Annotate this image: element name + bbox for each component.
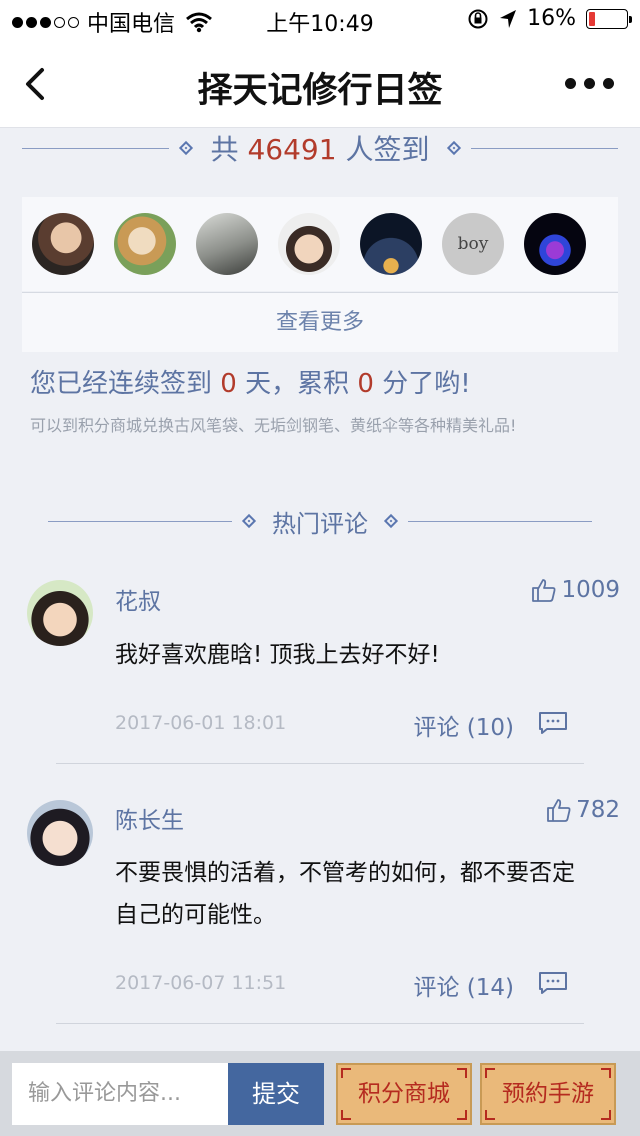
more-options-icon[interactable] [565, 78, 614, 89]
comment-date: 2017-06-07 11:51 [115, 972, 287, 994]
comment-date: 2017-06-01 18:01 [115, 712, 287, 734]
battery-level [589, 11, 595, 26]
commenter-name[interactable]: 花叔 [115, 582, 161, 616]
user-avatar[interactable] [278, 213, 340, 275]
commenter-avatar[interactable] [27, 580, 93, 646]
diamond-ornament-icon [241, 513, 257, 529]
rotation-lock-icon [468, 9, 488, 28]
boy-avatar-text: boy [457, 234, 489, 254]
commenter-name[interactable]: 陈长生 [115, 801, 184, 835]
page-title: 择天记修行日签 [197, 71, 443, 111]
user-avatar[interactable] [524, 213, 586, 275]
like-count: 782 [576, 797, 620, 823]
comment-divider [56, 1023, 584, 1024]
like-button[interactable]: 1009 [531, 577, 620, 603]
thumbs-up-icon [532, 579, 556, 602]
streak-points: 0 [357, 369, 374, 399]
thumbs-up-icon [547, 799, 571, 822]
battery-icon [586, 8, 632, 29]
streak-part2: 天，累积 [245, 369, 350, 399]
user-avatar[interactable] [32, 213, 94, 275]
rewards-hint: 可以到积分商城兑换古风笔袋、无垢剑钢笔、黄纸伞等各种精美礼品! [30, 416, 517, 435]
points-shop-button[interactable]: 积分商城 [336, 1063, 472, 1125]
comment-bubble-icon[interactable] [538, 710, 568, 734]
diamond-ornament-icon [383, 513, 399, 529]
submit-button[interactable]: 提交 [228, 1063, 324, 1125]
user-avatar[interactable] [114, 213, 176, 275]
diamond-ornament-icon [447, 140, 462, 156]
points-shop-label: 积分商城 [358, 1081, 450, 1107]
status-right: 16% [467, 6, 632, 31]
checkin-avatars: boy [22, 197, 618, 291]
comment-text: 我好喜欢鹿晗! 顶我上去好不好! [115, 642, 440, 668]
comment-bubble-icon[interactable] [538, 970, 568, 994]
divider-line [22, 147, 169, 149]
location-arrow-icon [500, 9, 517, 28]
preorder-game-label: 预約手游 [502, 1081, 594, 1107]
comment-input[interactable]: 输入评论内容... [12, 1063, 228, 1125]
streak-text: 您已经连续签到 0 天，累积 0 分了哟! [30, 363, 471, 400]
nav-bar: 择天记修行日签 [0, 40, 640, 128]
hot-comments-header: 热门评论 [48, 503, 592, 539]
view-more-button[interactable]: 查看更多 [22, 292, 618, 352]
comment-text: 不要畏惧的活着，不管考的如何，都不要否定自己的可能性。 [115, 860, 575, 928]
like-count: 1009 [561, 577, 620, 603]
streak-days: 0 [220, 369, 237, 399]
checkin-count-number: 46491 [247, 133, 337, 166]
checkin-count-text: 共 46491 人签到 [203, 128, 438, 168]
checkin-prefix: 共 [210, 133, 239, 166]
diamond-ornament-icon [178, 140, 193, 156]
battery-percent: 16% [527, 6, 576, 31]
preorder-game-button[interactable]: 预約手游 [480, 1063, 616, 1125]
user-avatar[interactable]: boy [442, 213, 504, 275]
divider-line [471, 147, 619, 149]
checkin-count-header: 共 46491 人签到 [22, 128, 619, 168]
divider-line [48, 520, 232, 522]
user-avatar[interactable] [360, 213, 422, 275]
divider-line [408, 520, 592, 522]
streak-part3: 分了哟! [382, 369, 471, 399]
checkin-suffix: 人签到 [345, 133, 430, 166]
status-bar: 中国电信 上午10:49 16% [0, 0, 640, 40]
commenter-avatar[interactable] [27, 800, 93, 866]
streak-part1: 您已经连续签到 [30, 369, 213, 399]
bottom-bar: 输入评论内容... 提交 积分商城 预約手游 [0, 1051, 640, 1136]
reply-count-link[interactable]: 评论 (10) [413, 708, 514, 742]
hot-comments-title: 热门评论 [272, 509, 368, 538]
comment-divider [56, 763, 584, 764]
like-button[interactable]: 782 [546, 797, 620, 823]
user-avatar[interactable] [196, 213, 258, 275]
reply-count-link[interactable]: 评论 (14) [413, 968, 514, 1002]
